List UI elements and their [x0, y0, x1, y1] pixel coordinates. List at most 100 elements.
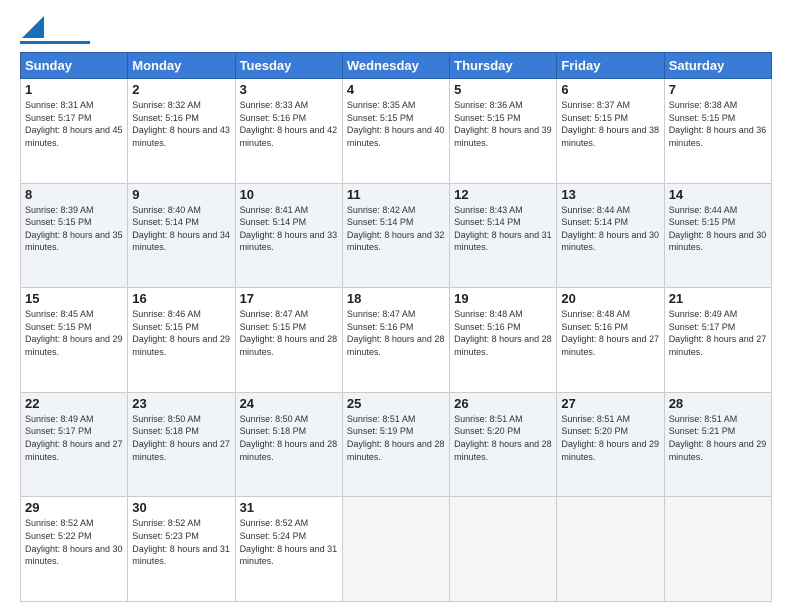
day-detail: Sunrise: 8:39 AMSunset: 5:15 PMDaylight:…	[25, 205, 123, 253]
calendar-cell: 22 Sunrise: 8:49 AMSunset: 5:17 PMDaylig…	[21, 392, 128, 497]
day-detail: Sunrise: 8:44 AMSunset: 5:14 PMDaylight:…	[561, 205, 659, 253]
day-detail: Sunrise: 8:52 AMSunset: 5:23 PMDaylight:…	[132, 518, 230, 566]
day-detail: Sunrise: 8:49 AMSunset: 5:17 PMDaylight:…	[25, 414, 123, 462]
day-detail: Sunrise: 8:37 AMSunset: 5:15 PMDaylight:…	[561, 100, 659, 148]
calendar-cell: 29 Sunrise: 8:52 AMSunset: 5:22 PMDaylig…	[21, 497, 128, 602]
calendar-cell: 3 Sunrise: 8:33 AMSunset: 5:16 PMDayligh…	[235, 79, 342, 184]
calendar-cell: 11 Sunrise: 8:42 AMSunset: 5:14 PMDaylig…	[342, 183, 449, 288]
calendar-cell: 6 Sunrise: 8:37 AMSunset: 5:15 PMDayligh…	[557, 79, 664, 184]
calendar-week-row: 15 Sunrise: 8:45 AMSunset: 5:15 PMDaylig…	[21, 288, 772, 393]
day-number: 25	[347, 396, 445, 411]
day-detail: Sunrise: 8:52 AMSunset: 5:22 PMDaylight:…	[25, 518, 123, 566]
day-number: 1	[25, 82, 123, 97]
day-number: 24	[240, 396, 338, 411]
calendar-day-header: Saturday	[664, 53, 771, 79]
calendar-day-header: Monday	[128, 53, 235, 79]
day-number: 19	[454, 291, 552, 306]
day-number: 30	[132, 500, 230, 515]
calendar-cell: 8 Sunrise: 8:39 AMSunset: 5:15 PMDayligh…	[21, 183, 128, 288]
day-number: 8	[25, 187, 123, 202]
day-number: 4	[347, 82, 445, 97]
day-number: 5	[454, 82, 552, 97]
logo-underline	[20, 41, 90, 44]
day-detail: Sunrise: 8:51 AMSunset: 5:19 PMDaylight:…	[347, 414, 445, 462]
calendar-week-row: 8 Sunrise: 8:39 AMSunset: 5:15 PMDayligh…	[21, 183, 772, 288]
day-number: 28	[669, 396, 767, 411]
day-number: 17	[240, 291, 338, 306]
calendar-cell: 15 Sunrise: 8:45 AMSunset: 5:15 PMDaylig…	[21, 288, 128, 393]
day-detail: Sunrise: 8:48 AMSunset: 5:16 PMDaylight:…	[454, 309, 552, 357]
day-detail: Sunrise: 8:50 AMSunset: 5:18 PMDaylight:…	[132, 414, 230, 462]
day-detail: Sunrise: 8:49 AMSunset: 5:17 PMDaylight:…	[669, 309, 767, 357]
day-number: 6	[561, 82, 659, 97]
day-detail: Sunrise: 8:36 AMSunset: 5:15 PMDaylight:…	[454, 100, 552, 148]
day-number: 9	[132, 187, 230, 202]
day-number: 29	[25, 500, 123, 515]
day-number: 10	[240, 187, 338, 202]
day-detail: Sunrise: 8:45 AMSunset: 5:15 PMDaylight:…	[25, 309, 123, 357]
day-number: 26	[454, 396, 552, 411]
calendar-table: SundayMondayTuesdayWednesdayThursdayFrid…	[20, 52, 772, 602]
calendar-day-header: Thursday	[450, 53, 557, 79]
calendar-cell: 19 Sunrise: 8:48 AMSunset: 5:16 PMDaylig…	[450, 288, 557, 393]
calendar-cell: 9 Sunrise: 8:40 AMSunset: 5:14 PMDayligh…	[128, 183, 235, 288]
calendar-cell: 31 Sunrise: 8:52 AMSunset: 5:24 PMDaylig…	[235, 497, 342, 602]
calendar-cell: 16 Sunrise: 8:46 AMSunset: 5:15 PMDaylig…	[128, 288, 235, 393]
calendar-cell: 24 Sunrise: 8:50 AMSunset: 5:18 PMDaylig…	[235, 392, 342, 497]
day-number: 2	[132, 82, 230, 97]
calendar-cell: 20 Sunrise: 8:48 AMSunset: 5:16 PMDaylig…	[557, 288, 664, 393]
header	[20, 16, 772, 44]
calendar-header-row: SundayMondayTuesdayWednesdayThursdayFrid…	[21, 53, 772, 79]
day-detail: Sunrise: 8:32 AMSunset: 5:16 PMDaylight:…	[132, 100, 230, 148]
day-number: 18	[347, 291, 445, 306]
calendar-cell: 4 Sunrise: 8:35 AMSunset: 5:15 PMDayligh…	[342, 79, 449, 184]
day-detail: Sunrise: 8:31 AMSunset: 5:17 PMDaylight:…	[25, 100, 123, 148]
day-detail: Sunrise: 8:51 AMSunset: 5:21 PMDaylight:…	[669, 414, 767, 462]
day-detail: Sunrise: 8:41 AMSunset: 5:14 PMDaylight:…	[240, 205, 338, 253]
day-detail: Sunrise: 8:47 AMSunset: 5:16 PMDaylight:…	[347, 309, 445, 357]
logo-icon	[22, 16, 44, 38]
day-detail: Sunrise: 8:51 AMSunset: 5:20 PMDaylight:…	[561, 414, 659, 462]
day-number: 22	[25, 396, 123, 411]
day-number: 31	[240, 500, 338, 515]
day-detail: Sunrise: 8:40 AMSunset: 5:14 PMDaylight:…	[132, 205, 230, 253]
calendar-cell	[557, 497, 664, 602]
page: SundayMondayTuesdayWednesdayThursdayFrid…	[0, 0, 792, 612]
day-detail: Sunrise: 8:48 AMSunset: 5:16 PMDaylight:…	[561, 309, 659, 357]
calendar-week-row: 29 Sunrise: 8:52 AMSunset: 5:22 PMDaylig…	[21, 497, 772, 602]
calendar-cell: 26 Sunrise: 8:51 AMSunset: 5:20 PMDaylig…	[450, 392, 557, 497]
calendar-cell: 21 Sunrise: 8:49 AMSunset: 5:17 PMDaylig…	[664, 288, 771, 393]
day-number: 12	[454, 187, 552, 202]
calendar-day-header: Tuesday	[235, 53, 342, 79]
calendar-week-row: 1 Sunrise: 8:31 AMSunset: 5:17 PMDayligh…	[21, 79, 772, 184]
calendar-day-header: Friday	[557, 53, 664, 79]
day-detail: Sunrise: 8:43 AMSunset: 5:14 PMDaylight:…	[454, 205, 552, 253]
day-number: 7	[669, 82, 767, 97]
day-detail: Sunrise: 8:50 AMSunset: 5:18 PMDaylight:…	[240, 414, 338, 462]
calendar-day-header: Sunday	[21, 53, 128, 79]
day-number: 14	[669, 187, 767, 202]
calendar-cell: 18 Sunrise: 8:47 AMSunset: 5:16 PMDaylig…	[342, 288, 449, 393]
calendar-cell	[342, 497, 449, 602]
day-detail: Sunrise: 8:44 AMSunset: 5:15 PMDaylight:…	[669, 205, 767, 253]
calendar-cell: 14 Sunrise: 8:44 AMSunset: 5:15 PMDaylig…	[664, 183, 771, 288]
day-detail: Sunrise: 8:51 AMSunset: 5:20 PMDaylight:…	[454, 414, 552, 462]
calendar-cell: 10 Sunrise: 8:41 AMSunset: 5:14 PMDaylig…	[235, 183, 342, 288]
calendar-cell: 7 Sunrise: 8:38 AMSunset: 5:15 PMDayligh…	[664, 79, 771, 184]
day-number: 23	[132, 396, 230, 411]
calendar-cell: 27 Sunrise: 8:51 AMSunset: 5:20 PMDaylig…	[557, 392, 664, 497]
calendar-cell: 12 Sunrise: 8:43 AMSunset: 5:14 PMDaylig…	[450, 183, 557, 288]
calendar-day-header: Wednesday	[342, 53, 449, 79]
calendar-cell: 5 Sunrise: 8:36 AMSunset: 5:15 PMDayligh…	[450, 79, 557, 184]
day-number: 15	[25, 291, 123, 306]
day-detail: Sunrise: 8:38 AMSunset: 5:15 PMDaylight:…	[669, 100, 767, 148]
calendar-cell: 1 Sunrise: 8:31 AMSunset: 5:17 PMDayligh…	[21, 79, 128, 184]
day-number: 16	[132, 291, 230, 306]
day-number: 13	[561, 187, 659, 202]
day-detail: Sunrise: 8:46 AMSunset: 5:15 PMDaylight:…	[132, 309, 230, 357]
calendar-cell: 25 Sunrise: 8:51 AMSunset: 5:19 PMDaylig…	[342, 392, 449, 497]
day-number: 11	[347, 187, 445, 202]
day-number: 21	[669, 291, 767, 306]
day-number: 20	[561, 291, 659, 306]
logo	[20, 16, 90, 44]
